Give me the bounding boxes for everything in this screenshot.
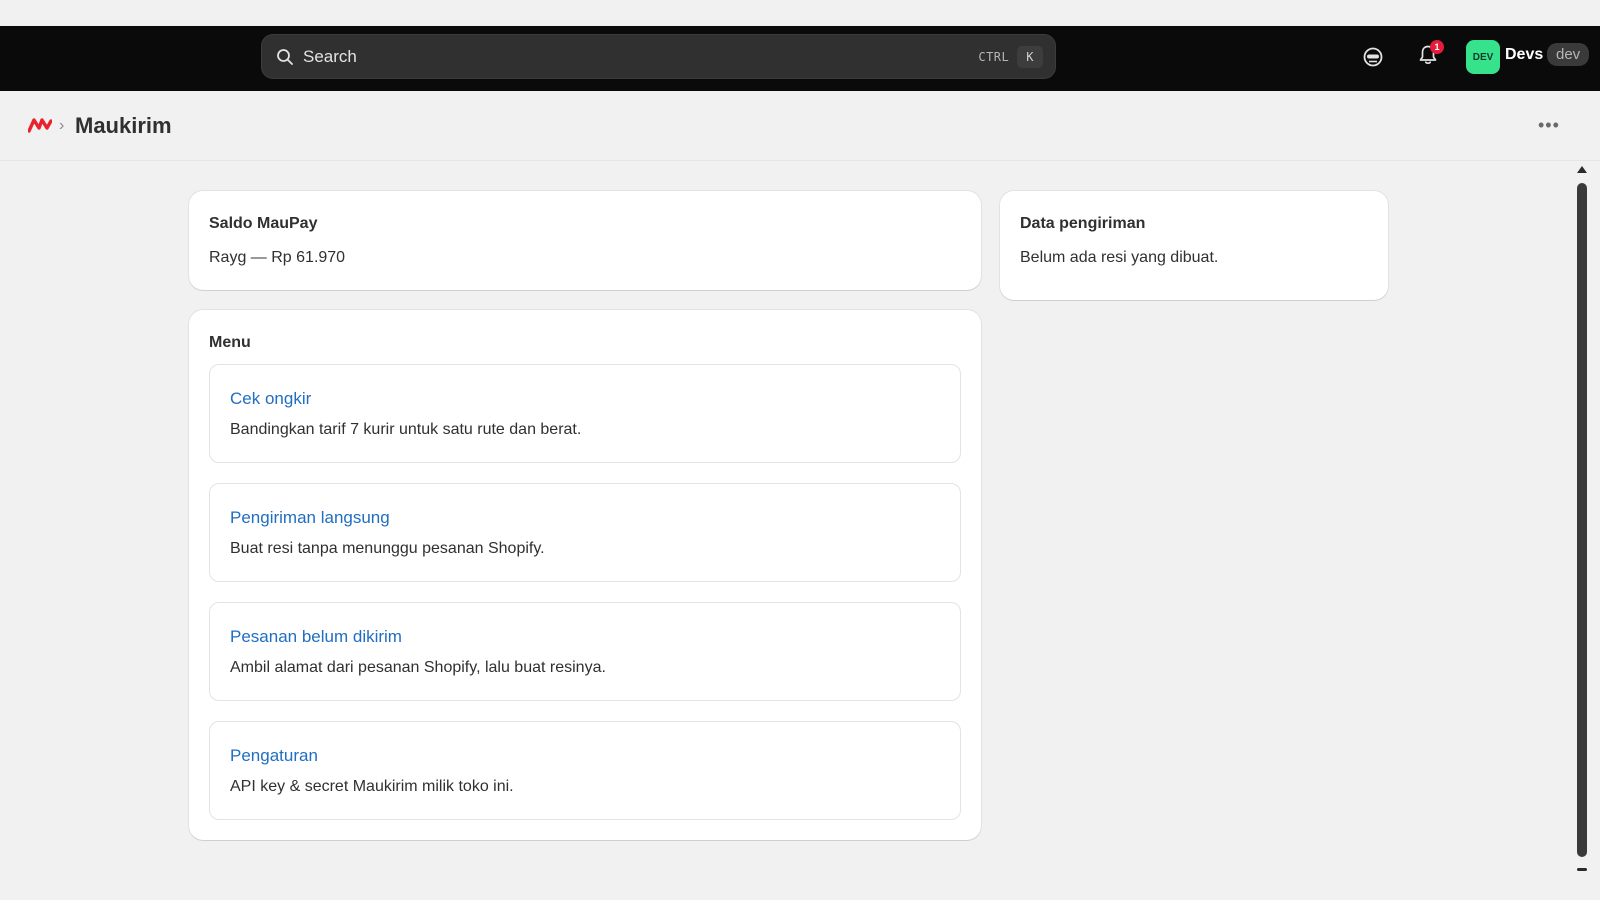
- scroll-down-arrow-icon[interactable]: [1577, 868, 1587, 871]
- saldo-card: Saldo MauPay Rayg — Rp 61.970: [189, 191, 981, 290]
- notification-count-badge: 1: [1430, 40, 1444, 54]
- scroll-thumb[interactable]: [1577, 183, 1587, 857]
- sidekick-icon[interactable]: [1360, 44, 1386, 70]
- search-label: Search: [303, 46, 357, 66]
- menu-item-link[interactable]: Pengiriman langsung: [230, 508, 390, 528]
- menu-item-cek-ongkir[interactable]: Cek ongkir Bandingkan tarif 7 kurir untu…: [209, 364, 961, 463]
- saldo-title: Saldo MauPay: [209, 215, 318, 232]
- window-bottom-strip: [0, 874, 1600, 900]
- store-env-badge: dev: [1547, 43, 1590, 66]
- shipping-data-title: Data pengiriman: [1020, 215, 1146, 232]
- search-icon: [276, 47, 296, 67]
- admin-topbar: Search CTRL K 1 DEV Devs dev: [0, 26, 1600, 91]
- saldo-value: Rayg — Rp 61.970: [209, 249, 346, 266]
- menu-item-link[interactable]: Pengaturan: [230, 746, 318, 766]
- shipping-data-card: Data pengiriman Belum ada resi yang dibu…: [1000, 191, 1388, 300]
- menu-item-pengiriman-langsung[interactable]: Pengiriman langsung Buat resi tanpa menu…: [209, 483, 961, 582]
- shortcut-k: K: [1017, 45, 1043, 68]
- menu-item-description: Ambil alamat dari pesanan Shopify, lalu …: [230, 659, 606, 676]
- menu-item-description: API key & secret Maukirim milik toko ini…: [230, 778, 514, 795]
- menu-title: Menu: [209, 334, 251, 351]
- menu-item-link[interactable]: Cek ongkir: [230, 389, 311, 409]
- menu-item-pengaturan[interactable]: Pengaturan API key & secret Maukirim mil…: [209, 721, 961, 820]
- search-bar[interactable]: Search CTRL K: [261, 34, 1056, 79]
- shortcut-ctrl: CTRL: [978, 49, 1010, 64]
- menu-item-description: Buat resi tanpa menunggu pesanan Shopify…: [230, 540, 545, 557]
- breadcrumb-separator: ›: [59, 117, 65, 134]
- scroll-up-arrow-icon[interactable]: [1577, 166, 1587, 173]
- page-title: Maukirim: [75, 113, 172, 138]
- notifications-button[interactable]: 1: [1415, 40, 1444, 70]
- store-name[interactable]: Devs: [1505, 46, 1543, 64]
- menu-item-link[interactable]: Pesanan belum dikirim: [230, 627, 402, 647]
- store-avatar[interactable]: DEV: [1466, 40, 1500, 74]
- shipping-data-text: Belum ada resi yang dibuat.: [1020, 249, 1219, 266]
- menu-item-description: Bandingkan tarif 7 kurir untuk satu rute…: [230, 421, 582, 438]
- menu-card: Menu Cek ongkir Bandingkan tarif 7 kurir…: [189, 310, 981, 840]
- app-header: › Maukirim •••: [0, 91, 1600, 161]
- window-top-strip: [0, 0, 1600, 26]
- maukirim-logo-icon[interactable]: [27, 117, 53, 138]
- more-actions-button[interactable]: •••: [1538, 115, 1560, 136]
- vertical-scrollbar[interactable]: [1574, 166, 1590, 878]
- menu-item-pesanan-belum-dikirim[interactable]: Pesanan belum dikirim Ambil alamat dari …: [209, 602, 961, 701]
